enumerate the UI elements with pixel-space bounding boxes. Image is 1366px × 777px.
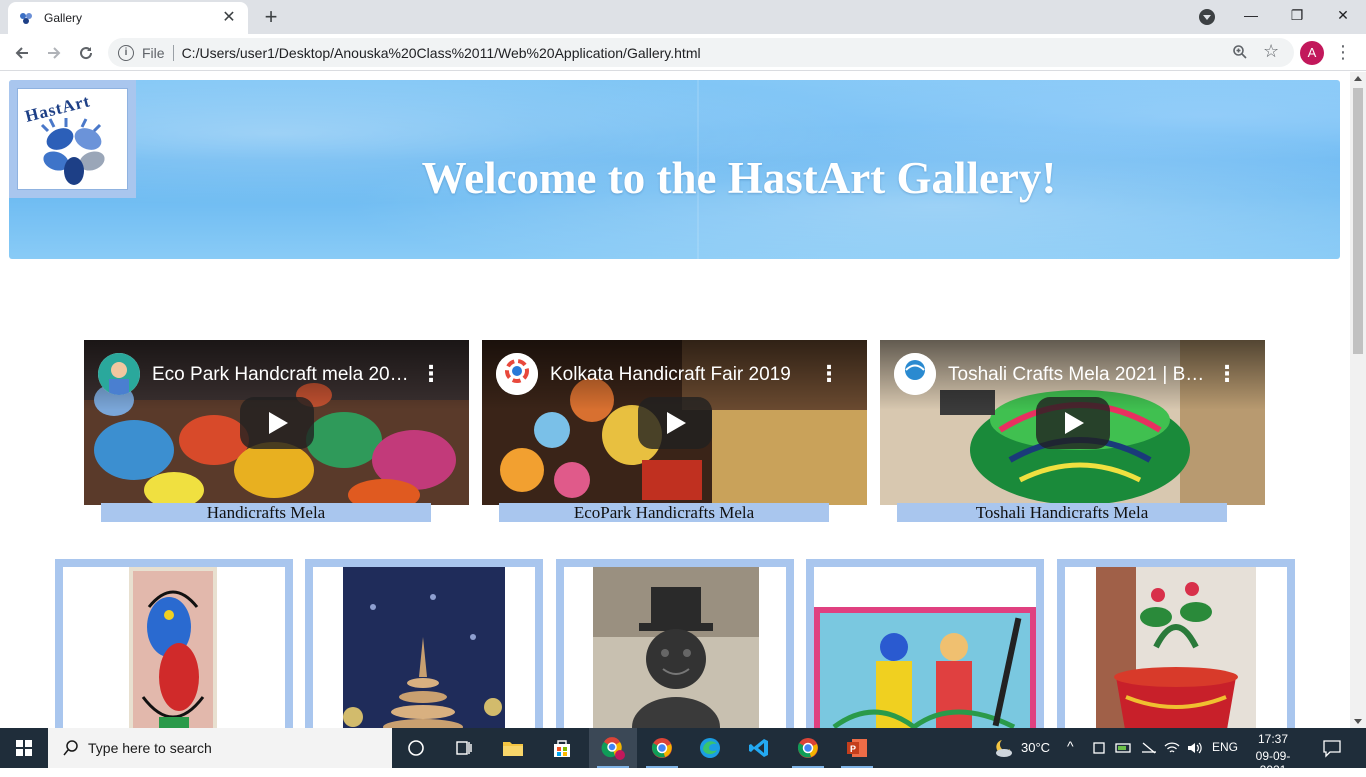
tab-strip: Gallery ✕ + — ❐ ✕	[0, 0, 1366, 34]
madhubani-bird-painting	[129, 567, 217, 728]
tab-title: Gallery	[44, 11, 83, 25]
zoom-icon[interactable]	[1232, 44, 1248, 60]
browser-menu-icon[interactable]: ⋮	[1334, 40, 1352, 64]
video-more-icon[interactable]: ⋮	[1216, 360, 1238, 388]
channel-avatar[interactable]	[496, 353, 538, 395]
task-view-icon[interactable]	[392, 728, 440, 768]
svg-text:P: P	[850, 744, 856, 754]
taskbar-search[interactable]: Type here to search	[48, 728, 392, 768]
forward-arrow-icon[interactable]	[40, 39, 68, 67]
page-title: Welcome to the HastArt Gallery!	[421, 153, 1057, 203]
video-caption-3: Toshali Handicrafts Mela	[897, 503, 1227, 522]
powerpoint-icon[interactable]: P	[833, 728, 881, 768]
back-arrow-icon[interactable]	[8, 39, 36, 67]
wifi-icon[interactable]	[1164, 740, 1180, 756]
gallery-item-3[interactable]	[556, 559, 794, 728]
clock-date[interactable]: 09-09-2021	[1246, 749, 1300, 777]
play-button-icon[interactable]	[638, 397, 712, 449]
network-off-icon[interactable]	[1140, 740, 1158, 756]
windows-taskbar: Type here to search P 30°C ^ ENG 17:37 0…	[0, 728, 1366, 777]
painted-flower-pot	[1096, 567, 1256, 728]
video-more-icon[interactable]: ⋮	[818, 360, 840, 388]
profile-avatar[interactable]: A	[1300, 41, 1324, 65]
video-caption-2: EcoPark Handicrafts Mela	[499, 503, 829, 522]
address-separator	[172, 44, 174, 61]
page-viewport: HastArt Welcome to the HastArt Gallery!	[0, 72, 1350, 728]
chrome-second-icon[interactable]	[784, 728, 832, 768]
bookmark-star-icon[interactable]: ☆	[1263, 41, 1279, 62]
info-icon[interactable]: i	[118, 44, 134, 61]
reload-icon[interactable]	[72, 39, 100, 67]
page-scrollbar[interactable]	[1350, 72, 1366, 728]
favicon-icon	[20, 13, 32, 24]
browser-tab-gallery[interactable]: Gallery ✕	[8, 2, 248, 34]
restore-button[interactable]: ❐	[1274, 0, 1320, 32]
notifications-icon[interactable]	[1322, 738, 1342, 758]
weather-temperature[interactable]: 30°C	[1021, 740, 1050, 755]
file-label: File	[142, 44, 165, 61]
play-button-icon[interactable]	[240, 397, 314, 449]
minimize-button[interactable]: —	[1228, 0, 1274, 32]
volume-icon[interactable]	[1186, 740, 1204, 756]
close-window-button[interactable]: ✕	[1320, 0, 1366, 32]
logo-frame: HastArt	[9, 80, 136, 198]
clay-snowman-figure	[593, 567, 759, 728]
search-icon	[63, 740, 78, 756]
widgets-icon[interactable]	[440, 728, 488, 768]
browser-toolbar: i File C:/Users/user1/Desktop/Anouska%20…	[0, 34, 1366, 71]
start-button[interactable]	[0, 728, 48, 768]
edge-icon[interactable]	[686, 728, 734, 768]
stacked-stones-candle-art	[343, 567, 505, 728]
video-embed-2[interactable]: Kolkata Handicraft Fair 2019 ⋮	[482, 340, 867, 505]
gallery-item-2[interactable]	[305, 559, 543, 728]
clock-time[interactable]: 17:37	[1249, 732, 1297, 746]
gallery-item-5[interactable]	[1057, 559, 1295, 728]
hands-logo-icon	[40, 118, 105, 185]
tab-search-icon[interactable]	[1199, 9, 1215, 25]
search-placeholder: Type here to search	[88, 740, 212, 756]
gallery-item-4[interactable]	[806, 559, 1044, 728]
video-title[interactable]: Eco Park Handcraft mela 2021 VLOG#2	[152, 364, 412, 386]
file-explorer-icon[interactable]	[489, 728, 537, 768]
play-button-icon[interactable]	[1036, 397, 1110, 449]
channel-avatar[interactable]	[98, 353, 140, 395]
gallery-item-1[interactable]	[55, 559, 293, 728]
tab-close-icon[interactable]: ✕	[220, 9, 238, 27]
device-icon[interactable]	[1092, 740, 1106, 756]
video-title[interactable]: Toshali Crafts Mela 2021 | BlueMist	[948, 364, 1208, 386]
scroll-up-icon[interactable]	[1354, 76, 1362, 81]
url-text[interactable]: C:/Users/user1/Desktop/Anouska%20Class%2…	[182, 45, 701, 61]
show-hidden-icons-icon[interactable]: ^	[1067, 738, 1074, 754]
language-indicator[interactable]: ENG	[1212, 740, 1238, 754]
video-more-icon[interactable]: ⋮	[420, 360, 442, 388]
scrollbar-thumb[interactable]	[1353, 88, 1363, 354]
video-caption-1: Handicrafts Mela	[101, 503, 431, 522]
channel-avatar[interactable]	[894, 353, 936, 395]
video-title[interactable]: Kolkata Handicraft Fair 2019	[550, 364, 810, 386]
windows-logo-icon	[16, 740, 32, 756]
new-tab-button[interactable]: +	[258, 4, 284, 30]
madhubani-radha-krishna-painting	[814, 607, 1036, 728]
chrome-profile-a-icon[interactable]	[589, 728, 637, 768]
battery-icon[interactable]	[1115, 740, 1133, 756]
address-bar[interactable]: i File C:/Users/user1/Desktop/Anouska%20…	[108, 38, 1294, 67]
video-embed-1[interactable]: Eco Park Handcraft mela 2021 VLOG#2 ⋮	[84, 340, 469, 505]
scroll-down-icon[interactable]	[1354, 719, 1362, 724]
weather-icon[interactable]	[990, 738, 1014, 758]
chrome-icon[interactable]	[638, 728, 686, 768]
vscode-icon[interactable]	[735, 728, 783, 768]
video-embed-3[interactable]: Toshali Crafts Mela 2021 | BlueMist ⋮	[880, 340, 1265, 505]
header-banner: HastArt Welcome to the HastArt Gallery!	[9, 80, 1340, 259]
hastart-logo: HastArt	[17, 88, 128, 190]
store-icon[interactable]	[538, 728, 586, 768]
